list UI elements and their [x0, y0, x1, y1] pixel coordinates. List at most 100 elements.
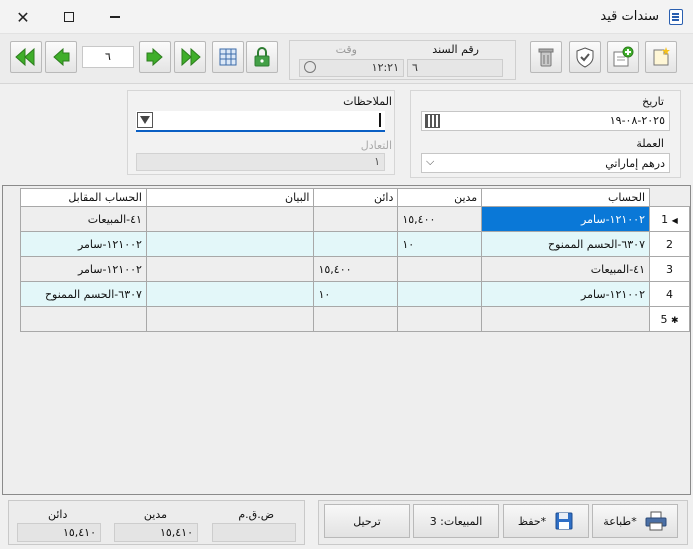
next-arrow-icon: [146, 47, 163, 67]
add-entry-button[interactable]: [607, 41, 639, 73]
vat-label: ض.ق.م: [238, 508, 274, 521]
debit-total-field[interactable]: ١٥,٤١٠: [114, 523, 198, 542]
print-button[interactable]: طباعة*: [592, 504, 678, 538]
rate-value: ١: [374, 155, 380, 168]
description-cell[interactable]: [145, 256, 315, 282]
description-cell[interactable]: [145, 231, 315, 257]
doc-no-field[interactable]: ٦: [407, 59, 503, 77]
description-cell[interactable]: [145, 281, 315, 307]
time-value: ١٢:٢١: [371, 61, 399, 74]
debit-cell[interactable]: [397, 306, 483, 332]
chevron-down-icon: ⌵: [426, 155, 435, 168]
credit-cell[interactable]: [313, 206, 399, 232]
table-row[interactable]: ١٢١٠٠٢-سامر ١٠ ٦٣٠٧-الحسم الممنوح 2: [20, 231, 690, 257]
counter-account-cell[interactable]: ١٢١٠٠٢-سامر: [20, 231, 147, 257]
delete-button[interactable]: [530, 41, 562, 73]
document-icon: [669, 9, 683, 25]
column-header-credit[interactable]: دائن: [313, 188, 399, 207]
account-cell[interactable]: ١٢١٠٠٢-سامر: [481, 206, 650, 232]
notes-input[interactable]: [136, 111, 385, 132]
debit-cell[interactable]: ١٥,٤٠٠: [397, 206, 483, 232]
column-header-debit[interactable]: مدين: [397, 188, 483, 207]
minimize-button[interactable]: [92, 0, 138, 34]
window-title: سندات قيد: [600, 9, 659, 24]
credit-cell[interactable]: [313, 231, 399, 257]
notes-label: الملاحظات: [343, 95, 392, 108]
time-label: وقت: [335, 43, 357, 56]
account-cell[interactable]: ٤١-المبيعات: [481, 256, 650, 282]
column-header-description[interactable]: البيان: [145, 188, 315, 207]
vat-field[interactable]: [212, 523, 296, 542]
account-cell[interactable]: ٦٣٠٧-الحسم الممنوح: [481, 231, 650, 257]
credit-cell[interactable]: [313, 306, 399, 332]
save-label: حفظ*: [517, 514, 547, 528]
sales-count-label: المبيعات: 3: [429, 514, 483, 528]
approve-button[interactable]: [569, 41, 601, 73]
doc-no-label: رقم السند: [432, 43, 479, 56]
row-header[interactable]: 5 ✱: [649, 306, 690, 332]
floppy-disk-icon: [555, 512, 573, 530]
debit-cell[interactable]: ١٠: [397, 231, 483, 257]
lock-icon: [254, 47, 270, 67]
currency-select[interactable]: ⌵ درهم إماراتي: [421, 153, 670, 173]
time-field[interactable]: ١٢:٢١: [299, 59, 404, 77]
header-form: تاريخ ٢٠٢٥-٠٨-١٩ العملة ⌵ درهم إماراتي ا…: [0, 85, 693, 185]
grid-view-button[interactable]: [212, 41, 244, 73]
table-icon: [219, 48, 237, 66]
record-number-input[interactable]: ٦: [82, 46, 134, 68]
last-arrow-icon: [181, 47, 201, 67]
counter-account-cell[interactable]: [20, 306, 147, 332]
sales-count-button[interactable]: المبيعات: 3: [413, 504, 499, 538]
column-header-counter-account[interactable]: الحساب المقابل: [20, 188, 147, 207]
table-row[interactable]: ٦٣٠٧-الحسم الممنوح ١٠ ١٢١٠٠٢-سامر 4: [20, 281, 690, 307]
next-record-button[interactable]: [139, 41, 171, 73]
rate-label: التعادل: [360, 139, 392, 152]
row-number: 2: [666, 237, 673, 251]
new-page-icon: [653, 47, 670, 66]
rate-field[interactable]: ١: [136, 153, 385, 171]
new-row-asterisk-icon: ✱: [670, 315, 679, 326]
document-info-group: رقم السند ٦ وقت ١٢:٢١: [289, 40, 516, 80]
credit-total-field[interactable]: ١٥,٤١٠: [17, 523, 101, 542]
date-field[interactable]: ٢٠٢٥-٠٨-١٩: [421, 111, 670, 131]
description-cell[interactable]: [145, 206, 315, 232]
dropdown-triangle-icon: [137, 112, 153, 128]
title-bar: ✕ سندات قيد: [0, 0, 693, 34]
account-cell[interactable]: [481, 306, 650, 332]
close-button[interactable]: ✕: [0, 0, 46, 34]
date-label: تاريخ: [642, 95, 664, 108]
debit-cell[interactable]: [397, 256, 483, 282]
table-row[interactable]: 5 ✱: [20, 306, 690, 332]
notes-group: الملاحظات التعادل ١: [127, 90, 395, 175]
lock-button[interactable]: [246, 41, 278, 73]
counter-account-cell[interactable]: ٦٣٠٧-الحسم الممنوح: [20, 281, 147, 307]
entries-grid: الحساب المقابل البيان دائن مدين الحساب ٤…: [2, 185, 691, 495]
row-header[interactable]: 3: [649, 256, 690, 282]
date-currency-group: تاريخ ٢٠٢٥-٠٨-١٩ العملة ⌵ درهم إماراتي: [410, 90, 681, 178]
post-button[interactable]: ترحيل: [324, 504, 410, 538]
credit-cell[interactable]: ١٠: [313, 281, 399, 307]
row-header[interactable]: 2: [649, 231, 690, 257]
first-record-button[interactable]: [10, 41, 42, 73]
totals-group: ض.ق.م مدين ١٥,٤١٠ دائن ١٥,٤١٠: [8, 500, 305, 545]
credit-cell[interactable]: ١٥,٤٠٠: [313, 256, 399, 282]
toolbar: ٦ رقم السند ٦ وقت ١٢:٢١: [0, 34, 693, 84]
row-header[interactable]: 1 ◀: [649, 206, 690, 232]
save-button[interactable]: حفظ*: [503, 504, 589, 538]
last-record-button[interactable]: [174, 41, 206, 73]
account-cell[interactable]: ١٢١٠٠٢-سامر: [481, 281, 650, 307]
description-cell[interactable]: [145, 306, 315, 332]
maximize-button[interactable]: [46, 0, 92, 34]
counter-account-cell[interactable]: ١٢١٠٠٢-سامر: [20, 256, 147, 282]
previous-record-button[interactable]: [45, 41, 77, 73]
row-header[interactable]: 4: [649, 281, 690, 307]
table-row[interactable]: ٤١-المبيعات ١٥,٤٠٠ ١٢١٠٠٢-سامر 1 ◀: [20, 206, 690, 232]
counter-account-cell[interactable]: ٤١-المبيعات: [20, 206, 147, 232]
previous-arrow-icon: [53, 47, 70, 67]
debit-cell[interactable]: [397, 281, 483, 307]
column-header-account[interactable]: الحساب: [481, 188, 650, 207]
shield-check-icon: [576, 47, 594, 68]
table-row[interactable]: ١٢١٠٠٢-سامر ١٥,٤٠٠ ٤١-المبيعات 3: [20, 256, 690, 282]
row-header-corner: [649, 188, 690, 207]
new-document-button[interactable]: [645, 41, 677, 73]
